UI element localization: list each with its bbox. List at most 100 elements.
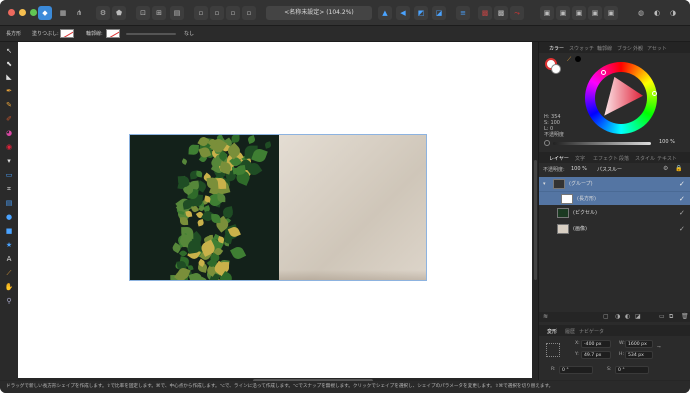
layer-opacity-value[interactable]: 100 % <box>571 166 587 172</box>
group-icon[interactable]: ▣ <box>540 6 554 20</box>
transparency-tool-icon[interactable]: ▾ <box>4 156 14 166</box>
vertical-scrollbar[interactable] <box>534 160 537 280</box>
wheel-handle[interactable] <box>601 70 606 75</box>
stroke-icon[interactable]: ⤳ <box>510 6 524 20</box>
ellipse-tool-icon[interactable]: ● <box>4 212 14 222</box>
tab-text[interactable]: テキスト <box>657 155 677 162</box>
tab-assets[interactable]: アセット <box>647 45 667 52</box>
rotate-left-icon[interactable]: ◩ <box>414 6 428 20</box>
tab-brushes[interactable]: ブラシ <box>617 45 632 52</box>
expand-chevron-icon[interactable]: ▾ <box>543 177 546 191</box>
visibility-checkbox[interactable]: ✓ <box>679 195 685 203</box>
node-tool-icon[interactable]: ⬉ <box>4 59 14 69</box>
zoom-button[interactable] <box>30 9 37 16</box>
visibility-checkbox[interactable]: ✓ <box>679 225 685 233</box>
pixel-persona-icon[interactable]: ▦ <box>56 6 70 20</box>
boolean-add-icon[interactable]: ▩ <box>478 6 492 20</box>
grid-icon[interactable]: ▤ <box>170 6 184 20</box>
color-wheel[interactable] <box>585 62 657 134</box>
divide-icon[interactable]: ▣ <box>588 6 602 20</box>
vector-brush-tool-icon[interactable]: ✐ <box>4 114 14 124</box>
rotate-right-icon[interactable]: ◪ <box>432 6 446 20</box>
tab-effects[interactable]: エフェクト <box>593 155 618 162</box>
duplicate-layer-icon[interactable]: ⧉ <box>669 313 673 321</box>
s-field[interactable]: 0 ° <box>615 366 649 374</box>
assistant-icon[interactable]: ◍ <box>634 6 648 20</box>
tab-layers[interactable]: レイヤー <box>549 155 569 162</box>
document-setup-icon[interactable]: ⚙ <box>96 6 110 20</box>
arrange-back-icon[interactable]: ▫ <box>210 6 224 20</box>
w-field[interactable]: 1600 px <box>625 340 653 348</box>
layer-row-rectangle[interactable]: (長方形) ✓ <box>539 191 690 205</box>
rectangle-tool-icon[interactable]: ■ <box>4 226 14 236</box>
tab-appearance[interactable]: 外観 <box>633 45 643 52</box>
place-image-tool-icon[interactable]: ▭ <box>4 170 14 180</box>
insert-behind-icon[interactable]: ▫ <box>242 6 256 20</box>
layers-menu-icon[interactable]: ≋ <box>543 313 548 320</box>
fill-tool-icon[interactable]: ◕ <box>4 128 14 138</box>
pencil-tool-icon[interactable]: ✎ <box>4 100 14 110</box>
move-tool-icon[interactable]: ↖ <box>4 46 14 56</box>
snapping-icon[interactable]: ⬟ <box>112 6 126 20</box>
x-field[interactable]: -400 px <box>581 340 611 348</box>
stroke-color-well[interactable] <box>551 64 561 74</box>
tab-styles[interactable]: スタイル <box>635 155 655 162</box>
gradient-tool-icon[interactable]: ◉ <box>4 142 14 152</box>
text-tool-icon[interactable]: A <box>4 254 14 264</box>
document-title[interactable]: <名称未設定> (104.2%) <box>266 6 372 20</box>
document-canvas[interactable] <box>18 42 532 378</box>
tab-history[interactable]: 履歴 <box>565 328 575 335</box>
pen-tool-icon[interactable]: ✒ <box>4 86 14 96</box>
combine-icon[interactable]: ▣ <box>572 6 586 20</box>
delete-layer-icon[interactable]: 🗑 <box>681 313 689 320</box>
link-icon[interactable]: ⊸ <box>657 345 661 350</box>
align-icon[interactable]: ≡ <box>456 6 470 20</box>
flip-horizontal-icon[interactable]: ▲ <box>378 6 392 20</box>
arrange-front-icon[interactable]: ▫ <box>194 6 208 20</box>
flip-vertical-icon[interactable]: ◀ <box>396 6 410 20</box>
opacity-value[interactable]: 100 % <box>659 139 675 145</box>
tab-stroke[interactable]: 輪郭線 <box>597 45 612 52</box>
concrete-wall-image[interactable] <box>279 135 426 280</box>
hue-handle[interactable] <box>652 91 657 96</box>
adjustment-icon[interactable]: ◑ <box>615 313 620 320</box>
y-field[interactable]: 49.7 px <box>581 351 611 359</box>
pixel-view-icon[interactable]: ⊞ <box>152 6 166 20</box>
close-button[interactable] <box>8 9 15 16</box>
tab-color[interactable]: カラー <box>549 45 564 52</box>
visibility-checkbox[interactable]: ✓ <box>679 209 685 217</box>
layer-row-pixel[interactable]: (ピクセル) ✓ <box>539 206 690 220</box>
new-pixel-layer-icon[interactable]: ◪ <box>635 313 641 320</box>
layer-row-image[interactable]: (画像) ✓ <box>539 222 690 236</box>
tab-character[interactable]: 文字 <box>575 155 585 162</box>
insert-inside-icon[interactable]: ▫ <box>226 6 240 20</box>
tab-swatches[interactable]: スウォッチ <box>569 45 594 52</box>
fx-icon[interactable]: ◐ <box>625 313 630 320</box>
boolean-subtract-icon[interactable]: ▩ <box>494 6 508 20</box>
opacity-slider[interactable] <box>553 142 651 145</box>
minimize-button[interactable] <box>19 9 26 16</box>
color-picker-tool-icon[interactable]: ⟋ <box>4 268 14 278</box>
designer-persona-icon[interactable]: ◆ <box>38 6 52 20</box>
crop-tool-icon[interactable]: ⌗ <box>4 184 14 194</box>
eyedropper-icon[interactable]: ⟋ <box>567 56 571 64</box>
ungroup-icon[interactable]: ▣ <box>556 6 570 20</box>
star-tool-icon[interactable]: ★ <box>4 240 14 250</box>
h-field[interactable]: 534 px <box>625 351 653 359</box>
anchor-grid[interactable] <box>546 343 560 357</box>
hand-tool-icon[interactable]: ✋ <box>4 282 14 292</box>
artboard[interactable] <box>129 134 427 281</box>
lock-icon[interactable]: 🔒 <box>675 165 682 172</box>
export-persona-icon[interactable]: ⋔ <box>72 6 86 20</box>
visibility-checkbox[interactable]: ✓ <box>679 180 685 188</box>
blend-mode-select[interactable]: パススルー <box>597 166 622 173</box>
tab-paragraph[interactable]: 段落 <box>619 155 629 162</box>
stroke-width-slider[interactable] <box>126 33 176 35</box>
stroke-swatch[interactable] <box>106 29 120 38</box>
r-field[interactable]: 0 ° <box>559 366 593 374</box>
mask-icon[interactable]: ▢ <box>603 313 609 320</box>
ivy-photo-image[interactable] <box>130 135 279 280</box>
view-mode-icon[interactable]: ⊡ <box>136 6 150 20</box>
zoom-tool-icon[interactable]: ⚲ <box>4 296 14 306</box>
xor-icon[interactable]: ▣ <box>604 6 618 20</box>
